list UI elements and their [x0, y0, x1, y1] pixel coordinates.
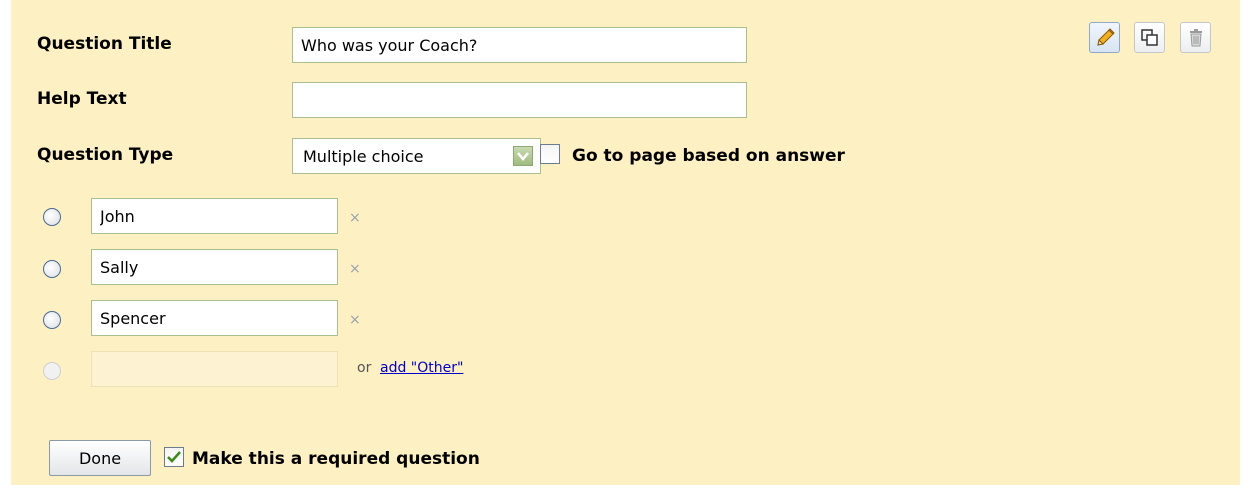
chevron-down-icon — [513, 146, 533, 166]
help-text-label: Help Text — [37, 89, 127, 109]
edit-button[interactable] — [1089, 22, 1120, 53]
duplicate-button[interactable] — [1134, 22, 1165, 53]
go-to-page-label: Go to page based on answer — [572, 146, 845, 166]
delete-button[interactable] — [1180, 22, 1211, 53]
remove-option-icon[interactable]: × — [349, 210, 361, 226]
trash-icon — [1190, 29, 1202, 47]
remove-option-icon[interactable]: × — [349, 312, 361, 328]
option-radio — [43, 260, 61, 278]
option-input-1[interactable] — [91, 198, 338, 234]
option-input-2[interactable] — [91, 249, 338, 285]
duplicate-icon — [1141, 29, 1158, 46]
question-title-input[interactable] — [292, 27, 747, 63]
question-type-label: Question Type — [37, 145, 174, 165]
required-checkbox[interactable] — [164, 447, 184, 467]
required-question-label: Make this a required question — [192, 449, 480, 469]
question-editor-panel — [11, 0, 1240, 485]
option-input-3[interactable] — [91, 300, 338, 336]
go-to-page-checkbox[interactable] — [540, 144, 560, 164]
add-other-link[interactable]: add "Other" — [380, 360, 463, 376]
or-text: or — [357, 360, 372, 376]
option-radio — [43, 208, 61, 226]
checkmark-icon — [167, 451, 181, 463]
done-button[interactable]: Done — [49, 440, 151, 476]
new-option-input[interactable] — [91, 351, 338, 387]
help-text-input[interactable] — [292, 82, 747, 118]
new-option-radio — [43, 362, 61, 380]
option-radio — [43, 311, 61, 329]
pencil-icon — [1097, 28, 1115, 46]
question-type-value: Multiple choice — [303, 147, 424, 166]
remove-option-icon[interactable]: × — [349, 261, 361, 277]
question-type-select[interactable]: Multiple choice — [292, 138, 541, 174]
question-title-label: Question Title — [37, 34, 172, 54]
